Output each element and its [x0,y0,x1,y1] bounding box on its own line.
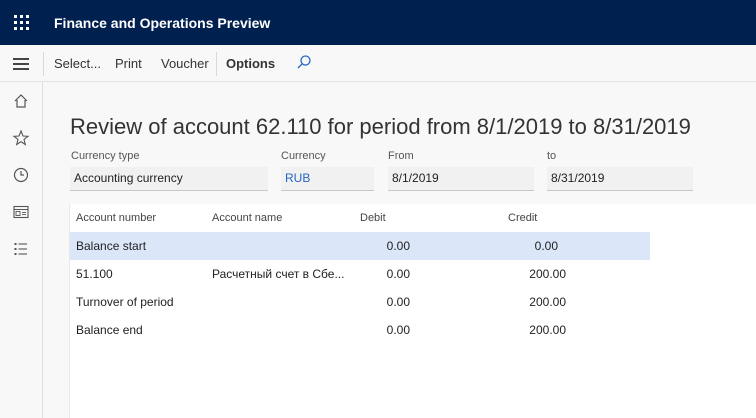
table-row[interactable]: Turnover of period 0.00 200.00 [70,288,650,316]
options-button[interactable]: Options [226,56,275,71]
account-review-grid: Account number Account name Debit Credit… [69,204,756,418]
column-header-debit[interactable]: Debit [360,212,386,224]
debit-cell: 0.00 [386,267,410,281]
currency-field[interactable]: RUB [281,167,374,191]
debit-cell: 0.00 [386,323,410,337]
action-separator [43,52,44,76]
table-row[interactable]: Balance start 0.00 0.00 [70,232,650,260]
action-separator [216,52,217,76]
page-title: Review of account 62.110 for period from… [70,114,691,139]
currency-type-label: Currency type [71,150,140,162]
workspaces-icon[interactable] [12,203,30,221]
account-number-cell: Turnover of period [76,295,174,309]
grid-header: Account number Account name Debit Credit [70,204,650,232]
account-number-cell: 51.100 [76,267,113,281]
column-header-account-number[interactable]: Account number [76,212,156,224]
credit-cell: 0.00 [534,239,558,253]
credit-cell: 200.00 [529,267,566,281]
column-header-account-name[interactable]: Account name [212,212,282,224]
select-button[interactable]: Select... [54,56,101,71]
account-number-cell: Balance start [76,239,147,253]
currency-label: Currency [281,150,326,162]
hamburger-menu-icon[interactable] [13,58,29,70]
credit-cell: 200.00 [529,323,566,337]
account-number-cell: Balance end [76,323,143,337]
favorites-star-icon[interactable] [12,129,30,147]
currency-type-field[interactable]: Accounting currency [70,167,268,191]
table-row[interactable]: Balance end 0.00 200.00 [70,316,650,344]
modules-list-icon[interactable] [12,240,30,258]
from-date-label: From [388,150,414,162]
voucher-button[interactable]: Voucher [161,56,209,71]
credit-cell: 200.00 [529,295,566,309]
debit-cell: 0.00 [386,295,410,309]
account-name-cell: Расчетный счет в Сбе... [212,267,345,281]
navigation-pane [0,82,43,418]
action-pane: Select... Print Voucher Options [0,45,756,82]
app-title: Finance and Operations Preview [54,15,271,31]
main-content: Review of account 62.110 for period from… [44,83,756,418]
print-button[interactable]: Print [115,56,142,71]
to-date-label: to [547,150,557,162]
to-date-field[interactable]: 8/31/2019 [547,167,693,191]
debit-cell: 0.00 [386,239,410,253]
app-launcher-icon[interactable] [14,15,29,30]
top-navigation-bar: Finance and Operations Preview [0,0,756,45]
column-header-credit[interactable]: Credit [508,212,537,224]
recent-clock-icon[interactable] [12,166,30,184]
from-date-field[interactable]: 8/1/2019 [388,167,534,191]
search-icon[interactable] [296,54,312,70]
home-icon[interactable] [12,92,30,110]
table-row[interactable]: 51.100 Расчетный счет в Сбе... 0.00 200.… [70,260,650,288]
